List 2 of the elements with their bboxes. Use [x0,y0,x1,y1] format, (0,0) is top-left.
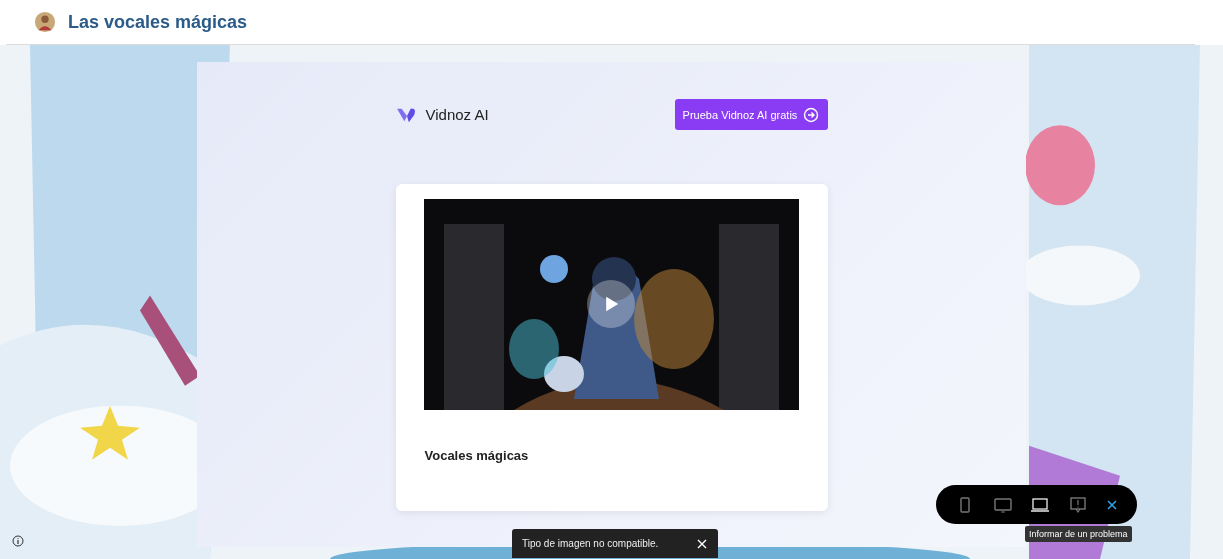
avatar-icon [34,11,56,33]
page-title: Las vocales mágicas [68,11,248,33]
